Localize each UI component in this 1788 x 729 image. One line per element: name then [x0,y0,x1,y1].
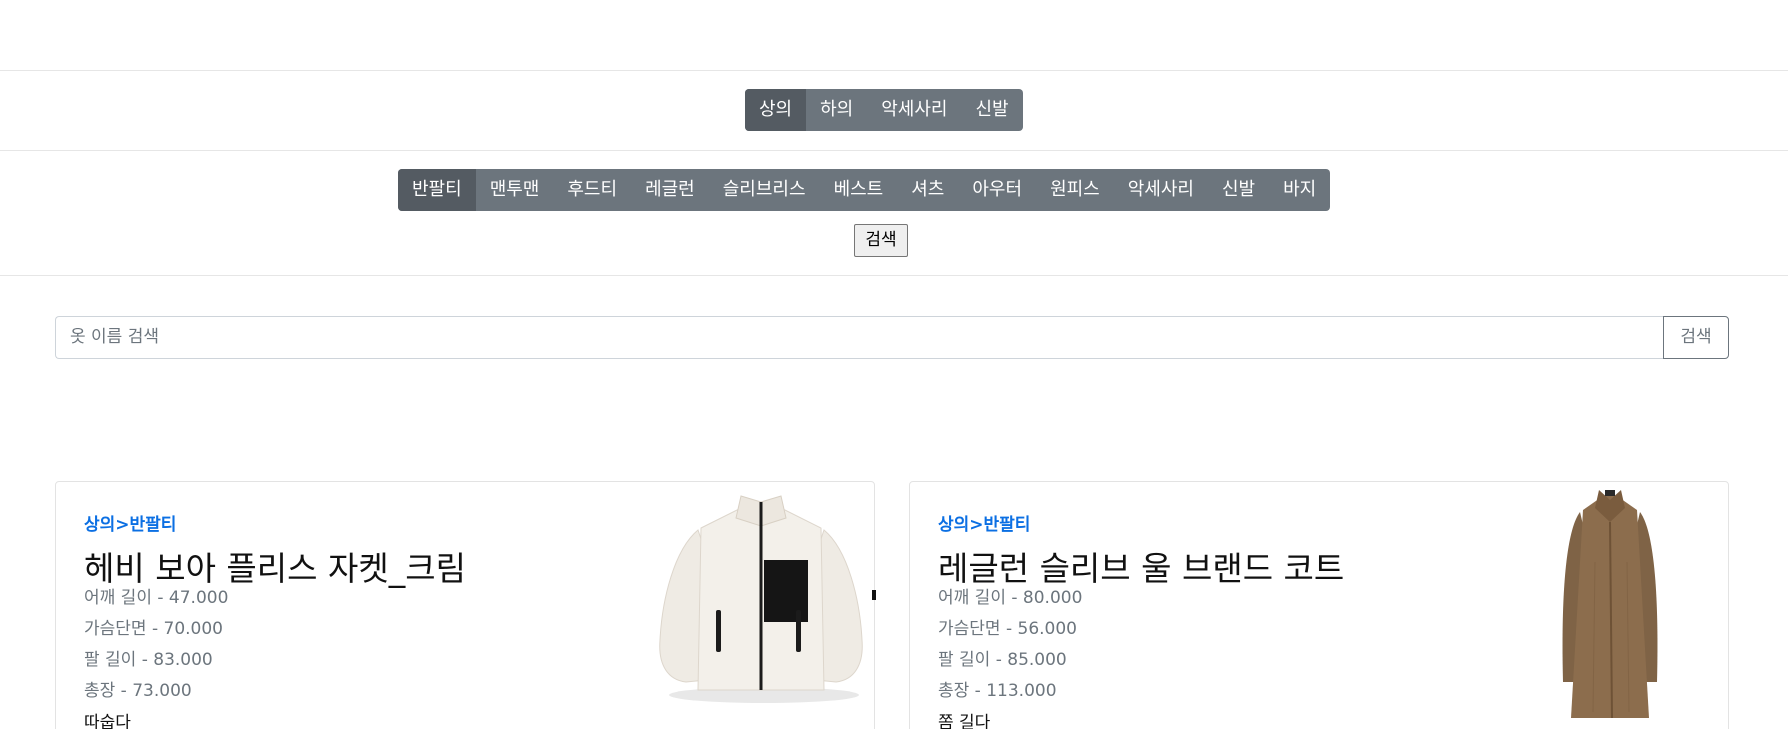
sub-category-accessory[interactable]: 악세사리 [1114,169,1208,211]
product-spec-shoulder: 어깨 길이 - 80.000 [938,588,1083,608]
main-category-shoes[interactable]: 신발 [962,89,1023,131]
sub-category-raglan[interactable]: 레글런 [631,169,709,211]
divider-bottom [0,275,1788,276]
sub-category-pants[interactable]: 바지 [1269,169,1330,211]
product-breadcrumb[interactable]: 상의>반팔티 [938,510,1030,535]
search-button[interactable]: 검색 [1663,316,1729,359]
search-bar: 옷 이름 검색 검색 [55,316,1729,359]
product-spec-chest: 가슴단면 - 70.000 [84,619,223,639]
product-spec-chest: 가슴단면 - 56.000 [938,619,1077,639]
product-note: 따숩다 [84,713,131,729]
divider-middle [0,150,1788,151]
sub-category-hoodie[interactable]: 후드티 [553,169,631,211]
sub-category-sweatshirt[interactable]: 맨투맨 [476,169,554,211]
sub-category-outer[interactable]: 아우터 [958,169,1036,211]
product-card[interactable]: 상의>반팔티 레글런 슬리브 울 브랜드 코트 어깨 길이 - 80.000 가… [909,481,1729,729]
sub-category-group: 반팔티 맨투맨 후드티 레글런 슬리브리스 베스트 셔츠 아우터 원피스 악세사… [398,169,1331,211]
product-spec-sleeve: 팔 길이 - 83.000 [84,650,213,670]
sub-category-sleeveless[interactable]: 슬리브리스 [709,169,820,211]
wool-coat-image [1525,482,1695,722]
product-spec-shoulder: 어깨 길이 - 47.000 [84,588,229,608]
divider-top [0,70,1788,71]
product-note: 쫌 길다 [938,713,991,729]
product-spec-length: 총장 - 113.000 [938,681,1057,701]
product-card[interactable]: 상의>반팔티 헤비 보아 플리스 자켓_크림 어깨 길이 - 47.000 가슴… [55,481,876,729]
sub-category-shoes[interactable]: 신발 [1208,169,1269,211]
sub-category-vest[interactable]: 베스트 [820,169,898,211]
sub-category-onepiece[interactable]: 원피스 [1036,169,1114,211]
product-spec-sleeve: 팔 길이 - 85.000 [938,650,1067,670]
product-breadcrumb[interactable]: 상의>반팔티 [84,510,176,535]
sub-category-shirt[interactable]: 셔츠 [897,169,958,211]
search-input[interactable]: 옷 이름 검색 [55,316,1663,359]
main-category-bottom[interactable]: 하의 [806,89,867,131]
fleece-jacket-image [646,490,876,710]
sub-category-short-sleeve[interactable]: 반팔티 [398,169,476,211]
main-category-top[interactable]: 상의 [745,89,807,131]
main-category-accessory[interactable]: 악세사리 [867,89,961,131]
category-search-button[interactable]: 검색 [854,224,908,257]
main-category-group: 상의 하의 악세사리 신발 [745,89,1023,131]
product-spec-length: 총장 - 73.000 [84,681,192,701]
